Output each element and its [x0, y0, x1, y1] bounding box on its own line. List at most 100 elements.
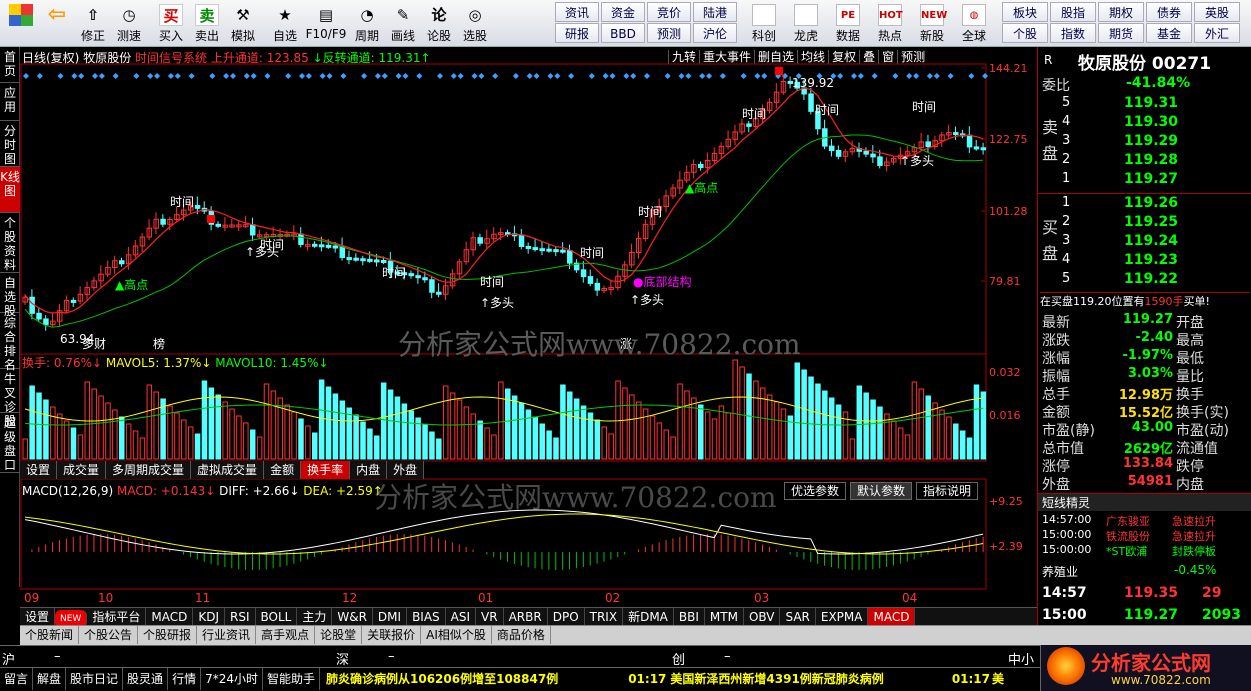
candle[interactable]	[194, 205, 201, 209]
candle[interactable]	[415, 275, 421, 279]
left-nav-item[interactable]: 个股资料	[0, 213, 20, 273]
macd-param-button[interactable]: 默认参数	[850, 482, 913, 500]
info-tab[interactable]: 个股研报	[138, 626, 198, 644]
candle[interactable]	[429, 279, 435, 293]
candle[interactable]	[525, 245, 532, 249]
candle[interactable]	[380, 260, 387, 264]
toolbar-small-button[interactable]: 竞价	[647, 2, 691, 22]
indicator-tab[interactable]: W&R	[332, 608, 373, 626]
left-nav-item[interactable]: 分时图	[0, 121, 20, 167]
indicator-tab[interactable]: SAR	[780, 608, 816, 626]
candle[interactable]	[877, 156, 883, 166]
candle[interactable]	[477, 237, 483, 244]
status-button[interactable]: 股市日记	[66, 668, 124, 690]
sector-name[interactable]: 养殖业	[1042, 563, 1078, 580]
volume-tab[interactable]: 金额	[264, 461, 302, 479]
macd-param-button[interactable]: 指标说明	[916, 482, 979, 500]
info-tab[interactable]: 行业资讯	[197, 626, 257, 644]
status-button[interactable]: 股灵通	[123, 668, 169, 690]
toolbar-small-button[interactable]: 陆港	[693, 2, 737, 22]
candle[interactable]	[594, 282, 601, 291]
candle[interactable]	[966, 134, 973, 148]
market-name[interactable]: 创	[672, 649, 685, 668]
toolbar-button[interactable]: ✎ 画线	[386, 2, 420, 45]
toolbar-small-button[interactable]: 英股	[1194, 2, 1240, 22]
toolbar-button[interactable]: HOT 热点	[871, 2, 909, 45]
candle[interactable]	[436, 291, 442, 295]
left-nav-item[interactable]: 超级盘口	[0, 413, 20, 473]
candle[interactable]	[215, 223, 221, 227]
candle[interactable]	[346, 257, 352, 261]
candle[interactable]	[408, 273, 414, 277]
candle[interactable]	[332, 245, 339, 249]
buy-price[interactable]: 119.26	[1124, 195, 1178, 211]
buy-price[interactable]: 119.22	[1124, 271, 1178, 287]
left-nav-item[interactable]: 应用	[0, 83, 20, 121]
macd-param-button[interactable]: 优选参数	[784, 482, 847, 500]
sprite-stock[interactable]: 铁流股份	[1106, 528, 1150, 544]
candle[interactable]	[925, 141, 931, 148]
toolbar-button[interactable]: 卖卖出	[190, 2, 224, 45]
volume-tab[interactable]: 换手率	[301, 461, 351, 479]
candle[interactable]	[808, 93, 814, 112]
toolbar-small-button[interactable]: 外汇	[1194, 23, 1240, 43]
toolbar-small-button[interactable]: 期货	[1098, 23, 1144, 43]
toolbar-button[interactable]: ◍ 全球	[955, 2, 993, 45]
toolbar-button[interactable]: NEW 新股	[913, 2, 951, 45]
toolbar-button[interactable]: 买买入	[154, 2, 188, 45]
indicator-tab[interactable]: ASI	[446, 608, 477, 626]
candle[interactable]	[249, 224, 256, 236]
indicator-tab[interactable]: BBI	[674, 608, 705, 626]
toolbar-button[interactable]: ◔ 周期	[350, 2, 384, 45]
status-button[interactable]: 留言	[0, 668, 34, 690]
indicator-tab[interactable]: BIAS	[407, 608, 446, 626]
buy-price[interactable]: 119.25	[1124, 214, 1178, 230]
candle[interactable]	[36, 312, 42, 320]
candle[interactable]	[953, 132, 959, 136]
buy-price[interactable]: 119.24	[1124, 233, 1178, 249]
toolbar-button[interactable]: 论论股	[422, 2, 456, 45]
indicator-tab[interactable]: RSI	[225, 608, 256, 626]
toolbar-small-button[interactable]: 研报	[555, 23, 599, 43]
indicator-tab[interactable]: OBV	[744, 608, 781, 626]
indicator-tab[interactable]: MACD	[146, 608, 194, 626]
candle[interactable]	[580, 269, 587, 278]
news-headline[interactable]: 肺炎确诊病例从106206例增至108847例	[320, 668, 564, 690]
volume-tab[interactable]: 设置	[20, 461, 58, 479]
volume-tab[interactable]: 成交量	[57, 461, 107, 479]
info-tab[interactable]: 商品价格	[492, 626, 551, 644]
sell-price[interactable]: 119.27	[1124, 171, 1178, 187]
indicator-tab[interactable]: BOLL	[256, 608, 298, 626]
toolbar-button[interactable]: ⚒ 模拟	[226, 2, 260, 45]
indicator-tab[interactable]: KDJ	[193, 608, 225, 626]
info-tab[interactable]: 个股公告	[79, 626, 139, 644]
toolbar-small-button[interactable]: 资讯	[555, 2, 599, 22]
toolbar-button[interactable]: 科创	[745, 2, 783, 45]
candle[interactable]	[160, 218, 166, 225]
status-button[interactable]: 7*24小时	[201, 668, 263, 690]
toolbar-small-button[interactable]: 期权	[1098, 2, 1144, 22]
left-nav-item[interactable]: 牛叉诊股	[0, 369, 20, 428]
toolbar-small-button[interactable]: 指数	[1050, 23, 1096, 43]
candle[interactable]	[553, 249, 559, 253]
toolbar-small-button[interactable]: 板块	[1002, 2, 1048, 22]
candle[interactable]	[539, 248, 545, 252]
news-headline[interactable]: 美	[990, 668, 1006, 690]
indicator-tab[interactable]: EXPMA	[816, 608, 869, 626]
info-tab[interactable]: 高手观点	[256, 626, 316, 644]
volume-tab[interactable]: 多周期成交量	[106, 461, 192, 479]
candle[interactable]	[367, 258, 373, 262]
sell-price[interactable]: 119.31	[1124, 95, 1178, 111]
status-button[interactable]: 智能助手	[263, 668, 320, 690]
indicator-tab[interactable]: MTM	[705, 608, 744, 626]
candle[interactable]	[325, 244, 332, 248]
indicator-tab[interactable]: DMI	[373, 608, 408, 626]
indicator-tab[interactable]: MACD	[868, 608, 916, 626]
toolbar-button[interactable]: ◎ 选股	[458, 2, 492, 45]
candle[interactable]	[746, 123, 752, 127]
candle[interactable]	[339, 246, 346, 259]
status-button[interactable]: 行情	[168, 668, 202, 690]
left-nav-item[interactable]: K线图	[0, 167, 20, 213]
toolbar-button[interactable]: ★ 自选	[268, 2, 302, 45]
toolbar-button[interactable]: 龙虎	[787, 2, 825, 45]
